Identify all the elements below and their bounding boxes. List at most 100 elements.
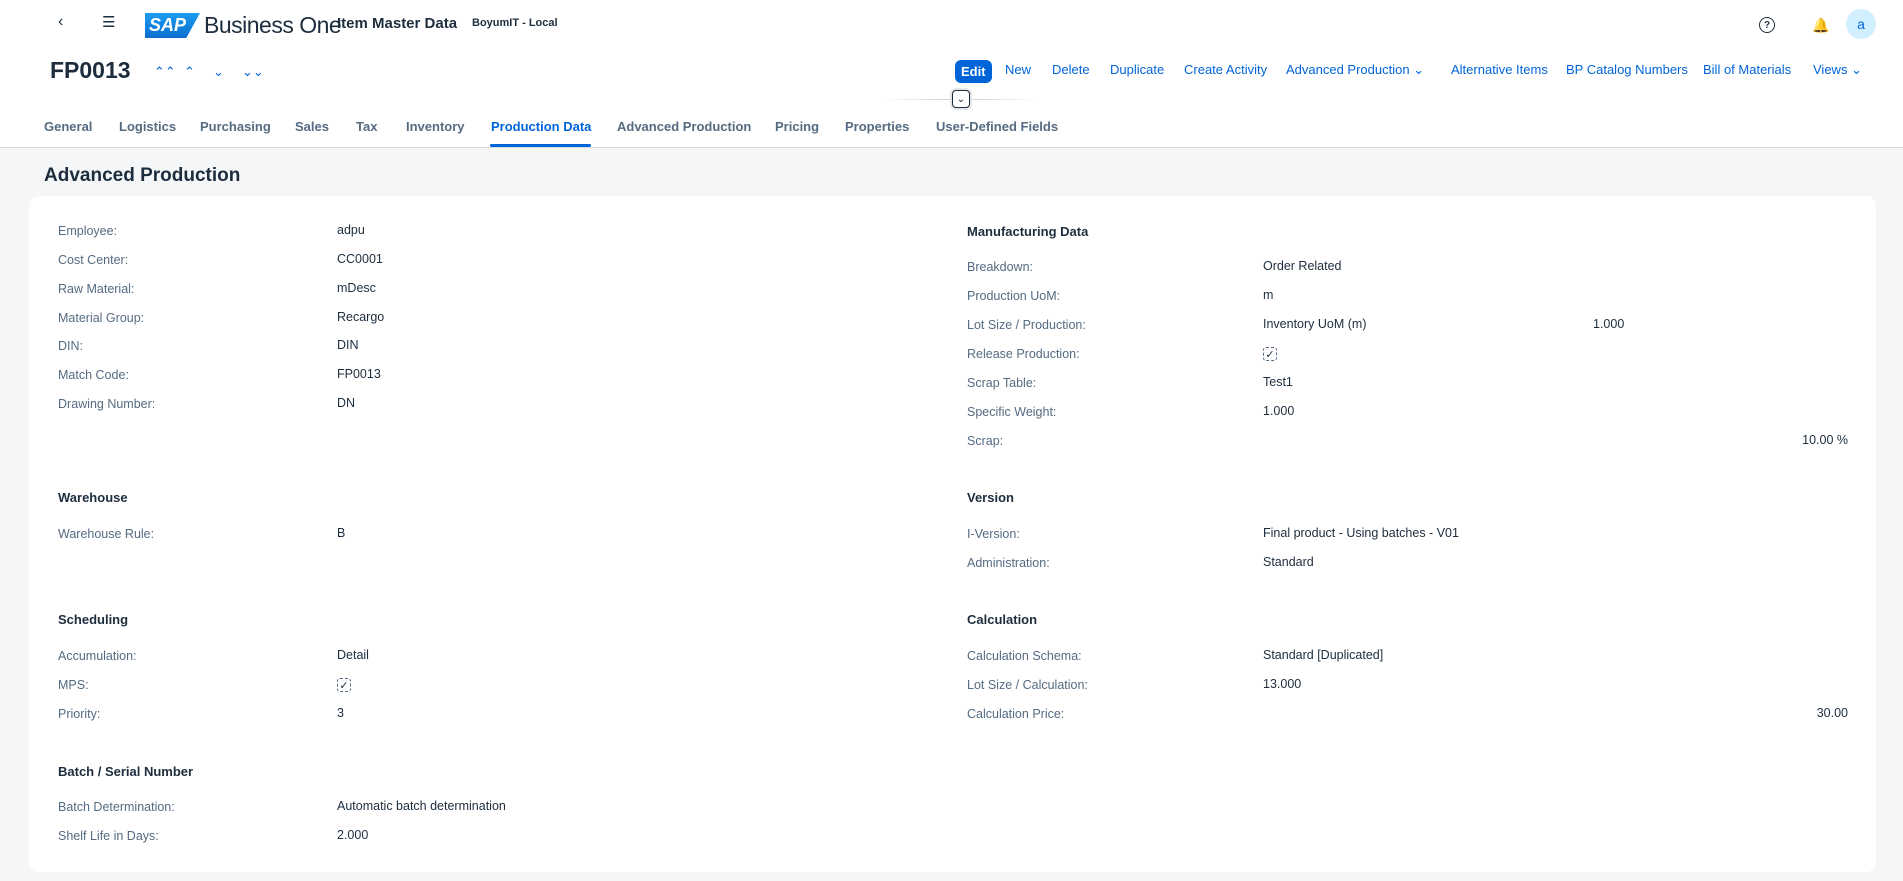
system-name: BoyumIT - Local	[472, 17, 558, 29]
batch-heading: Batch / Serial Number	[58, 764, 194, 779]
app-title: Item Master Data	[337, 15, 458, 32]
views-menu[interactable]: Views ⌄	[1813, 62, 1862, 78]
scrap-label: Scrap:	[967, 434, 1004, 448]
chevron-down-icon: ⌄	[956, 93, 966, 105]
specific-weight-label: Specific Weight:	[967, 405, 1057, 419]
lot-size-uom-value: Inventory UoM (m)	[1263, 317, 1367, 331]
views-label: Views	[1813, 62, 1848, 77]
priority-value: 3	[337, 706, 344, 720]
tab-advanced-production[interactable]: Advanced Production	[617, 119, 751, 134]
administration-value: Standard	[1263, 555, 1314, 569]
calculation-schema-label: Calculation Schema:	[967, 649, 1082, 663]
last-record-icon[interactable]: ⌄⌄	[242, 64, 264, 80]
create-activity-button[interactable]: Create Activity	[1184, 62, 1267, 77]
tab-production-data[interactable]: Production Data	[491, 119, 591, 134]
lot-size-calculation-label: Lot Size / Calculation:	[967, 678, 1088, 692]
chevron-down-icon: ⌄	[1851, 62, 1862, 77]
raw-material-label: Raw Material:	[58, 282, 135, 296]
production-uom-label: Production UoM:	[967, 289, 1061, 303]
lot-size-production-value: 1.000	[1593, 317, 1625, 331]
warehouse-rule-value: B	[337, 526, 346, 540]
collapse-header-button[interactable]: ⌄	[952, 90, 970, 108]
accumulation-label: Accumulation:	[58, 649, 137, 663]
bill-of-materials-button[interactable]: Bill of Materials	[1703, 62, 1791, 77]
next-record-icon[interactable]: ⌄	[213, 64, 224, 80]
material-group-label: Material Group:	[58, 311, 145, 325]
tab-inventory[interactable]: Inventory	[406, 119, 465, 134]
chevron-down-icon: ⌄	[1413, 62, 1425, 77]
tab-user-defined-fields[interactable]: User-Defined Fields	[936, 119, 1058, 134]
list-icon[interactable]: ☰	[102, 13, 115, 31]
bp-catalog-numbers-button[interactable]: BP Catalog Numbers	[1566, 62, 1688, 77]
avatar[interactable]: a	[1846, 9, 1876, 39]
match-code-label: Match Code:	[58, 368, 129, 382]
back-icon[interactable]: ‹	[58, 13, 63, 31]
avatar-initial: a	[1857, 16, 1865, 32]
i-version-value: Final product - Using batches - V01	[1263, 526, 1459, 540]
employee-value: adpu	[337, 223, 365, 237]
drawing-number-value: DN	[337, 396, 356, 410]
advanced-production-menu[interactable]: Advanced Production ⌄	[1286, 62, 1424, 78]
product-name: Business One	[204, 12, 342, 38]
tab-general[interactable]: General	[44, 119, 92, 134]
sap-logo-mark: SAP	[145, 13, 201, 38]
first-record-icon[interactable]: ⌃⌃	[154, 64, 176, 80]
previous-record-icon[interactable]: ⌃	[184, 64, 195, 80]
object-title: FP0013	[50, 57, 131, 83]
cost-center-value: CC0001	[337, 252, 383, 266]
duplicate-button[interactable]: Duplicate	[1110, 62, 1164, 77]
tab-logistics[interactable]: Logistics	[119, 119, 176, 134]
warehouse-rule-label: Warehouse Rule:	[58, 527, 155, 541]
tab-tax[interactable]: Tax	[356, 119, 377, 134]
calculation-schema-value: Standard [Duplicated]	[1263, 648, 1384, 662]
material-group-value: Recargo	[337, 310, 385, 324]
tab-properties[interactable]: Properties	[845, 119, 909, 134]
drawing-number-label: Drawing Number:	[58, 397, 156, 411]
mps-label: MPS:	[58, 678, 89, 692]
calculation-price-label: Calculation Price:	[967, 707, 1065, 721]
batch-determination-label: Batch Determination:	[58, 800, 175, 814]
calculation-price-value: 30.00	[1816, 706, 1848, 720]
scrap-table-label: Scrap Table:	[967, 376, 1037, 390]
shelf-life-value: 2.000	[337, 828, 369, 842]
breakdown-value: Order Related	[1263, 259, 1342, 273]
scrap-value: 10.00 %	[1802, 433, 1848, 447]
lot-size-production-label: Lot Size / Production:	[967, 318, 1086, 332]
din-value: DIN	[337, 338, 359, 352]
production-uom-value: m	[1263, 288, 1274, 302]
edit-button[interactable]: Edit	[955, 60, 992, 83]
sap-logo[interactable]: SAP Business One	[145, 12, 342, 39]
alternative-items-button[interactable]: Alternative Items	[1451, 62, 1548, 77]
advanced-production-label: Advanced Production	[1286, 62, 1410, 77]
priority-label: Priority:	[58, 707, 101, 721]
calculation-heading: Calculation	[967, 612, 1038, 627]
release-production-checkbox[interactable]: ✓	[1263, 347, 1277, 361]
new-button[interactable]: New	[1005, 62, 1031, 77]
scrap-table-value: Test1	[1263, 375, 1293, 389]
warehouse-heading: Warehouse	[58, 490, 128, 505]
section-title: Advanced Production	[44, 165, 241, 186]
tab-pricing[interactable]: Pricing	[775, 119, 819, 134]
scheduling-heading: Scheduling	[58, 612, 129, 627]
shell-header: ‹ ☰ SAP Business One Item Master Data Bo…	[0, 0, 1903, 148]
batch-determination-value: Automatic batch determination	[337, 799, 506, 813]
active-tab-indicator	[490, 144, 591, 147]
tab-purchasing[interactable]: Purchasing	[200, 119, 271, 134]
bell-icon[interactable]: 🔔	[1809, 13, 1833, 37]
version-heading: Version	[967, 490, 1014, 505]
tab-sales[interactable]: Sales	[295, 119, 329, 134]
raw-material-value: mDesc	[337, 281, 376, 295]
lot-size-calculation-value: 13.000	[1263, 677, 1302, 691]
match-code-value: FP0013	[337, 367, 381, 381]
i-version-label: I-Version:	[967, 527, 1020, 541]
manufacturing-heading: Manufacturing Data	[967, 224, 1089, 239]
din-label: DIN:	[58, 339, 83, 353]
specific-weight-value: 1.000	[1263, 404, 1295, 418]
employee-label: Employee:	[58, 224, 118, 238]
cost-center-label: Cost Center:	[58, 253, 129, 267]
help-icon[interactable]: ?	[1759, 17, 1775, 33]
delete-button[interactable]: Delete	[1052, 62, 1090, 77]
form-card	[29, 196, 1876, 872]
release-production-label: Release Production:	[967, 347, 1080, 361]
mps-checkbox[interactable]: ✓	[337, 678, 351, 692]
